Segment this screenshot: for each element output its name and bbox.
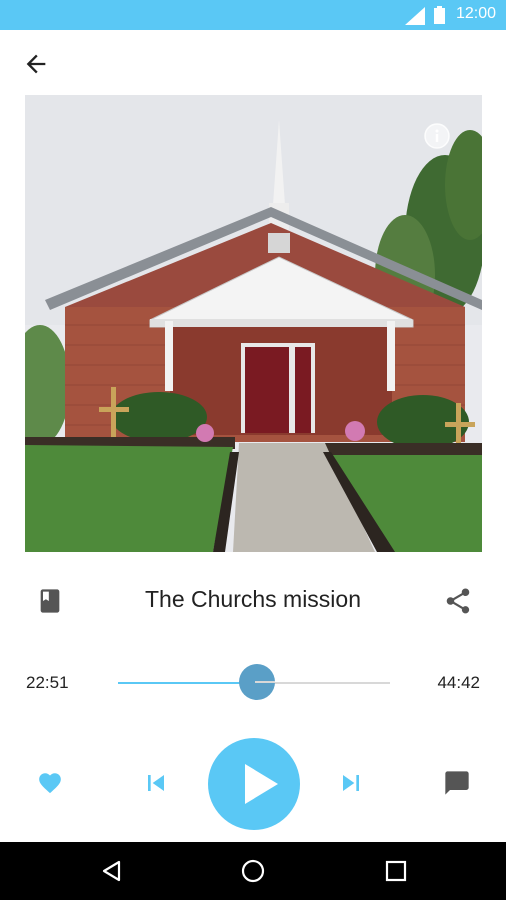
back-triangle-icon[interactable] — [100, 859, 124, 883]
status-bar: 12:00 — [0, 0, 506, 30]
seek-bar-fill — [118, 682, 257, 684]
album-artwork — [25, 95, 482, 552]
arrow-back-icon[interactable] — [22, 50, 50, 78]
home-circle-icon[interactable] — [241, 859, 265, 883]
play-button[interactable] — [208, 738, 300, 830]
track-title: The Churchs mission — [144, 586, 362, 612]
skip-previous-icon[interactable] — [140, 767, 172, 799]
navigation-bar — [0, 842, 506, 900]
duration-time: 44:42 — [437, 673, 480, 692]
book-icon[interactable] — [36, 586, 64, 616]
info-icon[interactable] — [424, 123, 450, 149]
battery-icon — [434, 6, 445, 24]
seek-bar[interactable] — [118, 664, 390, 700]
status-time: 12:00 — [455, 5, 496, 22]
favorite-heart-icon[interactable] — [36, 770, 64, 796]
signal-icon — [405, 7, 425, 25]
skip-next-icon[interactable] — [335, 767, 367, 799]
play-icon — [245, 764, 278, 804]
recents-square-icon[interactable] — [384, 859, 408, 883]
share-icon[interactable] — [443, 586, 473, 616]
seek-bar-thumb[interactable] — [238, 664, 275, 700]
comment-icon[interactable] — [443, 769, 471, 797]
elapsed-time: 22:51 — [26, 673, 69, 692]
